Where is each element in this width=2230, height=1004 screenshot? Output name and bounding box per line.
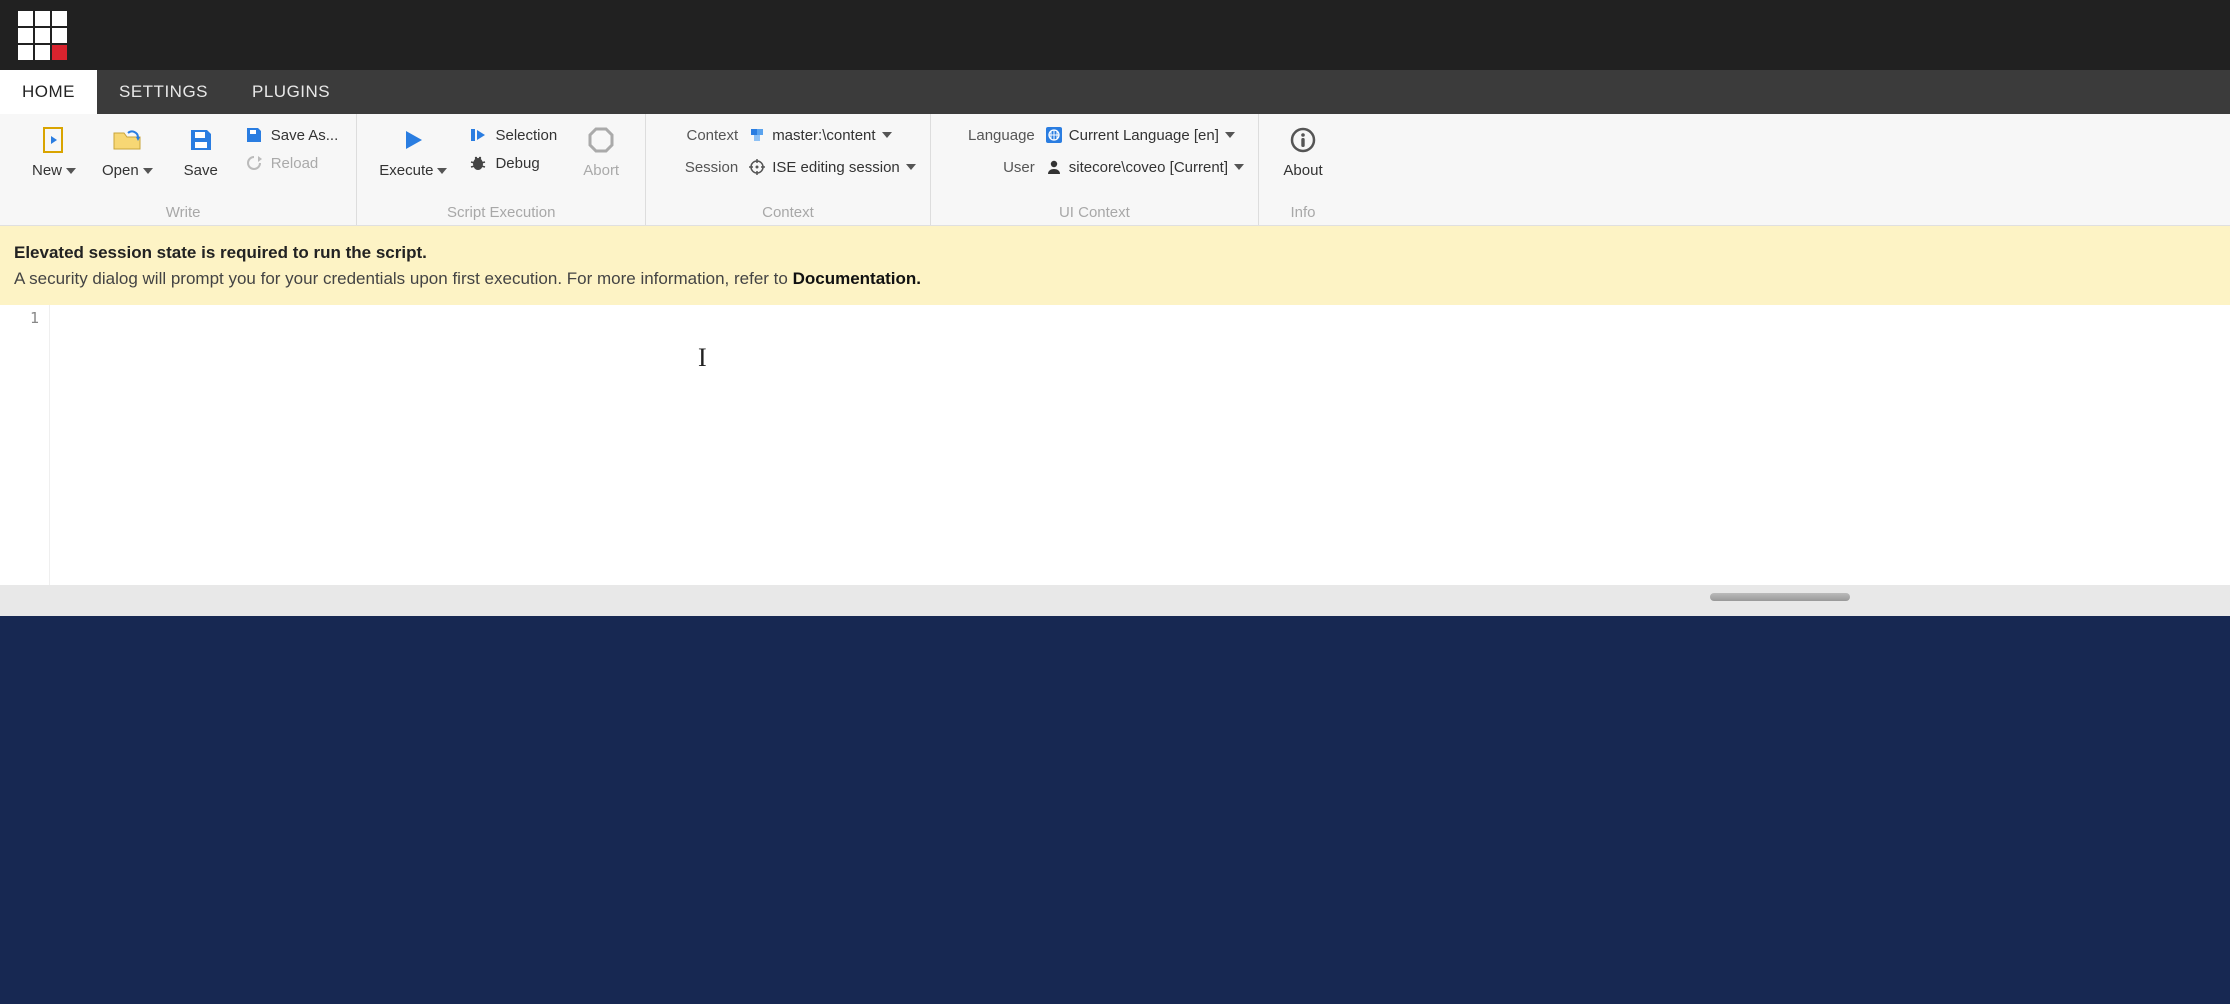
elevated-session-banner: Elevated session state is required to ru… — [0, 226, 2230, 305]
caret-down-icon — [1225, 132, 1235, 138]
resize-handle[interactable] — [1710, 593, 1850, 601]
caret-down-icon — [1234, 164, 1244, 170]
ribbon-group-label: Context — [762, 202, 814, 221]
ribbon-toolbar: New Open Save Save As... — [0, 114, 2230, 226]
caret-down-icon — [906, 164, 916, 170]
target-icon — [748, 158, 766, 176]
caret-down-icon — [66, 168, 76, 174]
editor-resize-strip — [0, 585, 2230, 611]
execute-button[interactable]: Execute — [371, 122, 455, 183]
context-label: Context — [660, 127, 738, 144]
app-header — [0, 0, 2230, 70]
database-icon — [748, 126, 766, 144]
save-as-button[interactable]: Save As... — [241, 124, 343, 146]
ribbon-group-ui-context: Language Current Language [en] User — [931, 114, 1259, 225]
reload-icon — [245, 154, 263, 172]
caret-down-icon — [143, 168, 153, 174]
new-file-icon — [39, 126, 69, 154]
abort-button: Abort — [571, 122, 631, 183]
new-button[interactable]: New — [24, 122, 84, 183]
line-number: 1 — [0, 309, 39, 327]
ribbon-group-info: About Info — [1259, 114, 1347, 225]
play-selection-icon — [469, 126, 487, 144]
about-button[interactable]: About — [1273, 122, 1333, 183]
ribbon-group-label: UI Context — [1059, 202, 1130, 221]
language-dropdown[interactable]: Current Language [en] — [1045, 126, 1235, 144]
banner-body: A security dialog will prompt you for yo… — [14, 266, 2216, 292]
language-label: Language — [945, 127, 1035, 144]
stop-icon — [586, 126, 616, 154]
play-icon — [398, 126, 428, 154]
script-editor: 1 I — [0, 305, 2230, 585]
tab-plugins[interactable]: PLUGINS — [230, 70, 352, 114]
reload-button: Reload — [241, 152, 343, 174]
info-icon — [1288, 126, 1318, 154]
text-cursor-icon: I — [698, 343, 707, 373]
bug-icon — [469, 154, 487, 172]
globe-icon — [1045, 126, 1063, 144]
output-panel — [0, 616, 2230, 1004]
documentation-link[interactable]: Documentation. — [793, 269, 921, 288]
tab-home[interactable]: HOME — [0, 70, 97, 114]
ribbon-group-context: Context master:\content Session — [646, 114, 931, 225]
ribbon-group-label: Script Execution — [447, 202, 555, 221]
ribbon-group-label: Info — [1291, 202, 1316, 221]
debug-button[interactable]: Debug — [465, 152, 561, 174]
main-tab-bar: HOME SETTINGS PLUGINS — [0, 70, 2230, 114]
ribbon-group-label: Write — [166, 202, 201, 221]
editor-gutter: 1 — [0, 305, 50, 585]
session-dropdown[interactable]: ISE editing session — [748, 158, 916, 176]
tab-settings[interactable]: SETTINGS — [97, 70, 230, 114]
ribbon-group-exec: Execute Selection Debug — [357, 114, 646, 225]
user-icon — [1045, 158, 1063, 176]
context-dropdown[interactable]: master:\content — [748, 126, 891, 144]
user-dropdown[interactable]: sitecore\coveo [Current] — [1045, 158, 1244, 176]
save-icon — [186, 126, 216, 154]
caret-down-icon — [437, 168, 447, 174]
caret-down-icon — [882, 132, 892, 138]
ribbon-group-write: New Open Save Save As... — [10, 114, 357, 225]
editor-textarea[interactable]: I — [50, 305, 2230, 585]
sitecore-logo-icon — [18, 11, 67, 60]
session-label: Session — [660, 159, 738, 176]
save-as-icon — [245, 126, 263, 144]
save-button[interactable]: Save — [171, 122, 231, 183]
open-folder-icon — [112, 126, 142, 154]
selection-button[interactable]: Selection — [465, 124, 561, 146]
open-button[interactable]: Open — [94, 122, 161, 183]
user-label: User — [945, 159, 1035, 176]
banner-title: Elevated session state is required to ru… — [14, 240, 2216, 266]
